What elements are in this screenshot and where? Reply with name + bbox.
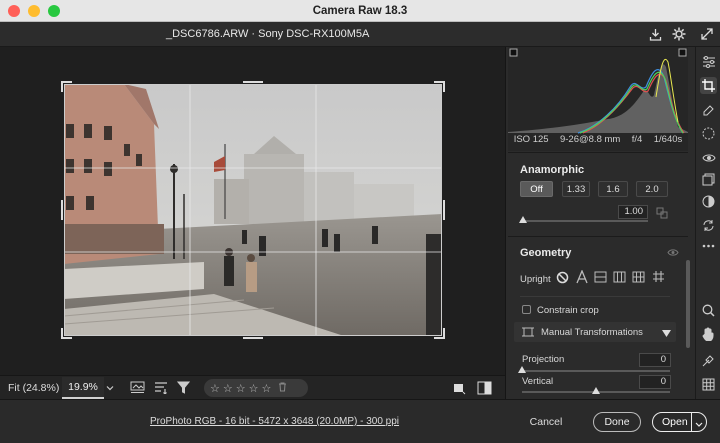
panel-scrollbar[interactable] — [686, 260, 690, 348]
vertical-value-field[interactable]: 0 — [639, 375, 671, 389]
chevron-down-icon[interactable] — [662, 328, 671, 340]
anamorphic-16-button[interactable]: 1.6 — [598, 181, 628, 197]
close-window-button[interactable] — [8, 5, 20, 17]
save-icon[interactable] — [647, 26, 663, 42]
zoom-icon[interactable] — [700, 302, 717, 319]
transform-icon — [522, 326, 534, 341]
vertical-slider-knob[interactable] — [592, 387, 600, 394]
redeye-icon[interactable] — [700, 149, 717, 166]
anamorphic-value-field[interactable]: 1.00 — [618, 205, 648, 219]
title-bar: Camera Raw 18.3 — [0, 0, 720, 22]
constrain-crop-checkbox[interactable] — [522, 305, 531, 314]
open-button-label: Open — [662, 416, 688, 428]
workflow-options-link[interactable]: ProPhoto RGB - 16 bit - 5472 x 3648 (20.… — [150, 416, 399, 427]
star-icon[interactable]: ☆ — [223, 382, 233, 395]
anamorphic-slider-knob[interactable] — [519, 216, 527, 223]
settings-icon[interactable] — [671, 26, 687, 42]
geometry-title: Geometry — [520, 247, 572, 259]
trash-icon[interactable] — [278, 382, 287, 395]
upright-level-icon[interactable] — [594, 271, 607, 286]
mask-icon[interactable] — [700, 125, 717, 142]
zoom-value[interactable]: 19.9% — [62, 377, 104, 399]
crop-handles[interactable] — [58, 78, 448, 342]
window-controls — [8, 5, 60, 17]
upright-vertical-icon[interactable] — [613, 271, 626, 286]
vertical-label: Vertical — [522, 376, 554, 387]
anamorphic-slider[interactable] — [520, 220, 648, 222]
more-icon[interactable] — [700, 237, 717, 254]
toggle-view-icon[interactable] — [452, 381, 466, 398]
footer-bar: ProPhoto RGB - 16 bit - 5472 x 3648 (20.… — [0, 399, 720, 443]
exif-lens: 9-26@8.8 mm — [559, 134, 621, 145]
exif-info: ISO 125 9-26@8.8 mm f/4 1/640s — [508, 134, 688, 150]
sort-icon[interactable] — [154, 381, 168, 397]
hand-icon[interactable] — [700, 325, 717, 342]
edit-icon[interactable] — [700, 53, 717, 70]
exif-iso: ISO 125 — [513, 134, 549, 145]
projection-label: Projection — [522, 354, 565, 365]
grid-icon[interactable] — [700, 376, 717, 393]
exif-shutter: 1/640s — [653, 134, 683, 145]
upright-auto-icon[interactable] — [576, 269, 588, 287]
star-icon[interactable]: ☆ — [210, 382, 220, 395]
cancel-button[interactable]: Cancel — [518, 412, 574, 432]
star-icon[interactable]: ☆ — [249, 382, 259, 395]
view-toolbar: Fit (24.8%) 19.9% ☆ ☆ ☆ ☆ ☆ — [0, 375, 505, 399]
projection-value-field[interactable]: 0 — [639, 353, 671, 367]
visibility-icon[interactable] — [667, 248, 679, 260]
header-bar: _DSC6786.ARW · Sony DSC-RX100M5A — [0, 22, 720, 47]
file-info: _DSC6786.ARW · Sony DSC-RX100M5A — [166, 28, 370, 40]
crop-icon[interactable] — [700, 77, 717, 94]
anamorphic-133-button[interactable]: 1.33 — [562, 181, 590, 197]
done-button[interactable]: Done — [593, 412, 641, 432]
divider — [508, 236, 688, 237]
heal-icon[interactable] — [700, 101, 717, 118]
chevron-down-icon[interactable] — [695, 419, 703, 431]
divider — [520, 296, 670, 297]
upright-off-icon[interactable] — [556, 271, 569, 287]
sampler-icon[interactable] — [700, 352, 717, 369]
upright-guided-icon[interactable] — [652, 270, 665, 286]
projection-slider[interactable] — [522, 370, 670, 372]
snapshot-icon[interactable] — [700, 193, 717, 210]
manual-transformations-label[interactable]: Manual Transformations — [541, 327, 643, 338]
expand-icon[interactable] — [699, 26, 715, 42]
exif-aperture: f/4 — [631, 134, 643, 145]
star-icon[interactable]: ☆ — [262, 382, 272, 395]
zoom-window-button[interactable] — [48, 5, 60, 17]
filter-icon[interactable] — [176, 381, 191, 397]
split-divider — [691, 413, 692, 431]
before-after-icon[interactable] — [477, 381, 492, 398]
upright-full-icon[interactable] — [632, 271, 645, 286]
divider — [508, 152, 688, 153]
anamorphic-20-button[interactable]: 2.0 — [636, 181, 668, 197]
projection-slider-knob[interactable] — [518, 366, 526, 373]
constrain-crop-label[interactable]: Constrain crop — [537, 305, 599, 316]
open-button[interactable]: Open — [652, 412, 707, 432]
upright-label: Upright — [520, 274, 551, 285]
fit-zoom-label[interactable]: Fit (24.8%) — [8, 382, 59, 394]
minimize-window-button[interactable] — [28, 5, 40, 17]
tool-strip — [695, 47, 720, 399]
filmstrip-icon[interactable] — [130, 381, 145, 397]
link-icon[interactable] — [656, 207, 668, 222]
presets-icon[interactable] — [700, 171, 717, 188]
zoom-chevron-icon[interactable] — [106, 383, 114, 395]
window-title: Camera Raw 18.3 — [312, 4, 408, 17]
sync-icon[interactable] — [700, 217, 717, 234]
anamorphic-title: Anamorphic — [520, 164, 585, 176]
star-rating[interactable]: ☆ ☆ ☆ ☆ ☆ — [204, 379, 308, 397]
anamorphic-off-button[interactable]: Off — [520, 181, 553, 197]
star-icon[interactable]: ☆ — [236, 382, 246, 395]
